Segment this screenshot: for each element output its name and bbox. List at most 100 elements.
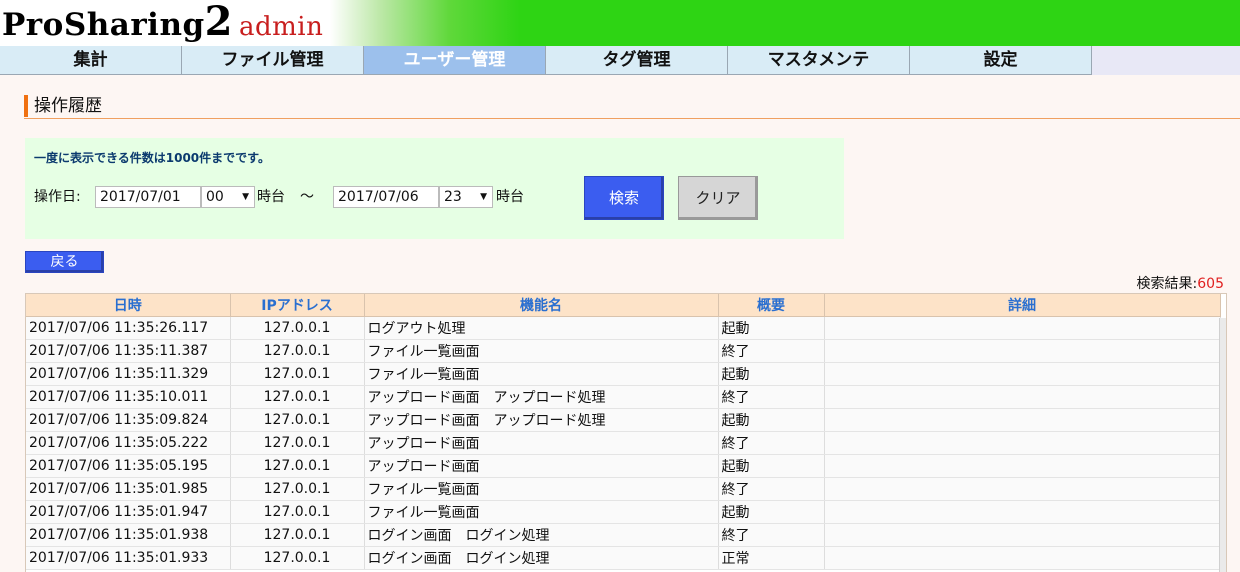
column-header-ip[interactable]: IPアドレス bbox=[230, 294, 365, 317]
cell-summary: 起動 bbox=[718, 454, 825, 478]
cell-detail bbox=[824, 546, 1221, 570]
result-count: 検索結果:605 bbox=[1137, 275, 1224, 293]
hour-unit-label-1: 時台 bbox=[257, 189, 285, 205]
app-header: ProSharing2 admin bbox=[0, 0, 1240, 46]
table-scrollbar[interactable] bbox=[1219, 318, 1226, 572]
cell-function: アップロード画面 bbox=[364, 431, 719, 455]
cell-ip: 127.0.0.1 bbox=[230, 523, 365, 547]
cell-ip: 127.0.0.1 bbox=[230, 362, 365, 386]
cell-detail bbox=[824, 316, 1221, 340]
cell-detail bbox=[824, 339, 1221, 363]
hour-unit-label-2: 時台 bbox=[496, 189, 524, 205]
range-separator: ～ bbox=[300, 189, 314, 205]
cell-summary: 起動 bbox=[718, 500, 825, 524]
column-header-detail[interactable]: 詳細 bbox=[824, 294, 1221, 317]
date-label: 操作日: bbox=[34, 189, 81, 205]
cell-ip: 127.0.0.1 bbox=[230, 316, 365, 340]
cell-function: ログアウト処理 bbox=[364, 316, 719, 340]
nav-item-master-maintenance[interactable]: マスタメンテ bbox=[728, 46, 910, 75]
app-logo[interactable]: ProSharing2 admin bbox=[2, 0, 323, 49]
table-row[interactable]: 2017/07/06 11:35:01.947 127.0.0.1 ファイル一覧画面… bbox=[26, 500, 1221, 524]
table-row[interactable]: 2017/07/06 11:35:11.329 127.0.0.1 ファイル一覧画面… bbox=[26, 362, 1221, 386]
cell-function: ログイン画面 ログイン処理 bbox=[364, 546, 719, 570]
cell-summary: 終了 bbox=[718, 431, 825, 455]
clear-button[interactable]: クリア bbox=[678, 176, 758, 220]
from-hour-select[interactable]: 00 ▼ bbox=[201, 186, 255, 208]
table-header-row: 日時 IPアドレス 機能名 概要 詳細 bbox=[26, 294, 1221, 317]
cell-ip: 127.0.0.1 bbox=[230, 477, 365, 501]
table-row[interactable]: 2017/07/06 11:35:09.824 127.0.0.1 アップロード画面… bbox=[26, 408, 1221, 432]
from-hour-value: 00 bbox=[206, 189, 224, 205]
back-button[interactable]: 戻る bbox=[25, 251, 104, 273]
cell-detail bbox=[824, 500, 1221, 524]
main-nav: 集計 ファイル管理 ユーザー管理 タグ管理 マスタメンテ 設定 bbox=[0, 46, 1240, 75]
cell-detail bbox=[824, 477, 1221, 501]
cell-datetime: 2017/07/06 11:35:11.329 bbox=[26, 362, 231, 386]
nav-item-user-management[interactable]: ユーザー管理 bbox=[364, 46, 546, 75]
cell-function: ファイル一覧画面 bbox=[364, 362, 719, 386]
column-header-summary[interactable]: 概要 bbox=[718, 294, 825, 317]
cell-summary: 正常 bbox=[718, 546, 825, 570]
cell-ip: 127.0.0.1 bbox=[230, 339, 365, 363]
page-title-bar: 操作履歴 bbox=[24, 95, 1240, 119]
table-row[interactable]: 2017/07/06 11:35:11.387 127.0.0.1 ファイル一覧画面… bbox=[26, 339, 1221, 363]
cell-datetime: 2017/07/06 11:35:01.933 bbox=[26, 546, 231, 570]
table-row[interactable]: 2017/07/06 11:35:01.985 127.0.0.1 ファイル一覧画面… bbox=[26, 477, 1221, 501]
cell-ip: 127.0.0.1 bbox=[230, 385, 365, 409]
column-header-datetime[interactable]: 日時 bbox=[26, 294, 231, 317]
table-row[interactable]: 2017/07/06 11:35:26.117 127.0.0.1 ログアウト処理起… bbox=[26, 316, 1221, 340]
table-row[interactable]: 2017/07/06 11:35:01.938 127.0.0.1 ログイン画面 ロ… bbox=[26, 523, 1221, 547]
cell-detail bbox=[824, 454, 1221, 478]
search-notice: 一度に表示できる件数は1000件までです。 bbox=[34, 151, 270, 165]
result-count-label: 検索結果: bbox=[1136, 276, 1198, 292]
cell-function: アップロード画面 アップロード処理 bbox=[364, 385, 719, 409]
cell-summary: 起動 bbox=[718, 316, 825, 340]
logo-admin-text: admin bbox=[239, 12, 324, 42]
column-header-function[interactable]: 機能名 bbox=[364, 294, 719, 317]
nav-item-file-management[interactable]: ファイル管理 bbox=[182, 46, 364, 75]
nav-item-summary[interactable]: 集計 bbox=[0, 46, 182, 75]
search-button[interactable]: 検索 bbox=[584, 176, 664, 220]
cell-summary: 終了 bbox=[718, 385, 825, 409]
page-title: 操作履歴 bbox=[34, 96, 102, 116]
cell-datetime: 2017/07/06 11:35:11.387 bbox=[26, 339, 231, 363]
cell-function: ログイン画面 ログイン処理 bbox=[364, 523, 719, 547]
cell-detail bbox=[824, 385, 1221, 409]
cell-detail bbox=[824, 362, 1221, 386]
cell-datetime: 2017/07/06 11:35:01.947 bbox=[26, 500, 231, 524]
nav-item-tag-management[interactable]: タグ管理 bbox=[546, 46, 728, 75]
cell-ip: 127.0.0.1 bbox=[230, 500, 365, 524]
to-hour-select[interactable]: 23 ▼ bbox=[439, 186, 493, 208]
chevron-down-icon: ▼ bbox=[480, 192, 487, 202]
table-row[interactable]: 2017/07/06 11:35:05.222 127.0.0.1 アップロード画面… bbox=[26, 431, 1221, 455]
from-date-input[interactable]: 2017/07/01 bbox=[95, 186, 201, 208]
table-row[interactable]: 2017/07/06 11:35:05.195 127.0.0.1 アップロード画面… bbox=[26, 454, 1221, 478]
table-row[interactable]: 2017/07/06 11:35:01.933 127.0.0.1 ログイン画面 ロ… bbox=[26, 546, 1221, 570]
cell-function: ファイル一覧画面 bbox=[364, 477, 719, 501]
cell-ip: 127.0.0.1 bbox=[230, 546, 365, 570]
nav-spacer bbox=[1092, 46, 1240, 75]
cell-detail bbox=[824, 523, 1221, 547]
cell-summary: 終了 bbox=[718, 523, 825, 547]
cell-function: アップロード画面 bbox=[364, 454, 719, 478]
nav-item-settings[interactable]: 設定 bbox=[910, 46, 1092, 75]
title-accent-bar bbox=[24, 95, 28, 117]
cell-ip: 127.0.0.1 bbox=[230, 408, 365, 432]
history-table: 日時 IPアドレス 機能名 概要 詳細 2017/07/06 11:35:26.… bbox=[26, 294, 1221, 570]
search-panel: 一度に表示できる件数は1000件までです。 操作日: 2017/07/01 00… bbox=[25, 138, 844, 239]
table-row[interactable]: 2017/07/06 11:35:10.011 127.0.0.1 アップロード画面… bbox=[26, 385, 1221, 409]
cell-datetime: 2017/07/06 11:35:01.985 bbox=[26, 477, 231, 501]
cell-summary: 起動 bbox=[718, 362, 825, 386]
to-hour-value: 23 bbox=[444, 189, 462, 205]
cell-ip: 127.0.0.1 bbox=[230, 454, 365, 478]
cell-ip: 127.0.0.1 bbox=[230, 431, 365, 455]
cell-datetime: 2017/07/06 11:35:26.117 bbox=[26, 316, 231, 340]
cell-summary: 終了 bbox=[718, 339, 825, 363]
cell-summary: 終了 bbox=[718, 477, 825, 501]
cell-datetime: 2017/07/06 11:35:10.011 bbox=[26, 385, 231, 409]
cell-function: ファイル一覧画面 bbox=[364, 339, 719, 363]
to-date-input[interactable]: 2017/07/06 bbox=[333, 186, 439, 208]
cell-summary: 起動 bbox=[718, 408, 825, 432]
cell-datetime: 2017/07/06 11:35:05.195 bbox=[26, 454, 231, 478]
result-count-value: 605 bbox=[1197, 276, 1224, 292]
